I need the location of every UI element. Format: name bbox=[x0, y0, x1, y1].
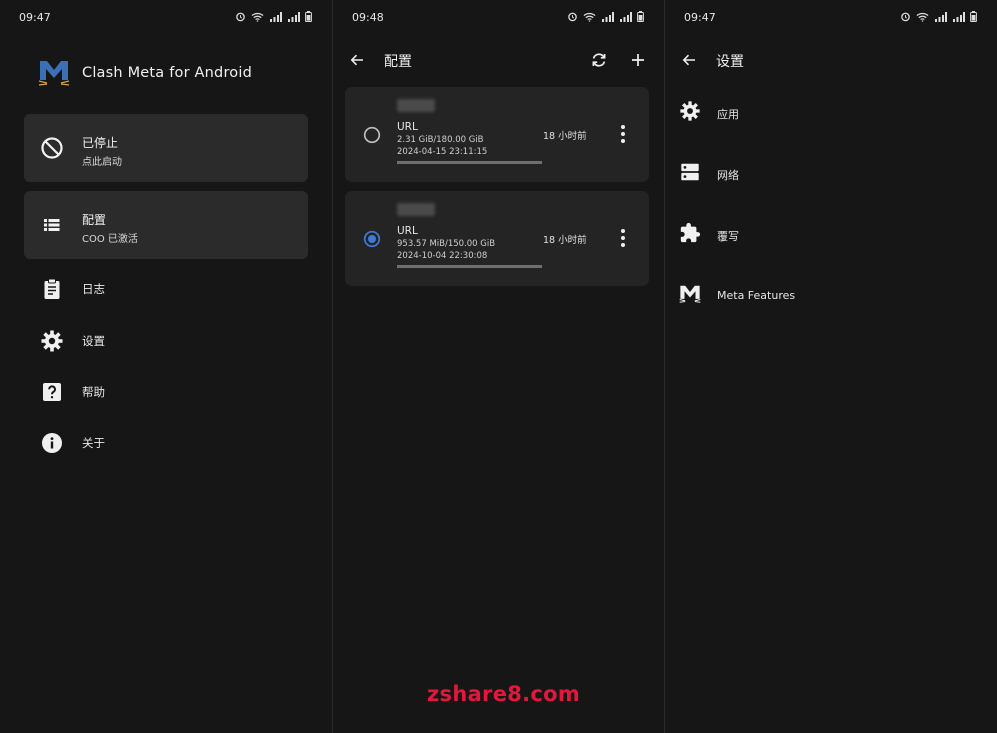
profile-expiry: 2024-04-15 23:11:15 bbox=[397, 147, 488, 157]
gear-icon bbox=[680, 101, 700, 121]
settings-item-network[interactable]: 网络 bbox=[679, 161, 739, 187]
more-vert-icon[interactable] bbox=[617, 228, 629, 248]
status-bar: 09:47 bbox=[0, 0, 332, 34]
menu-item-label: 关于 bbox=[82, 436, 105, 450]
back-arrow-icon[interactable] bbox=[349, 52, 365, 68]
menu-item-label: 设置 bbox=[82, 334, 105, 348]
signal-icon-2 bbox=[953, 11, 965, 22]
menu-item-about[interactable]: 关于 bbox=[40, 431, 105, 455]
signal-icon bbox=[270, 11, 282, 22]
settings-item-label: Meta Features bbox=[717, 289, 796, 302]
info-icon bbox=[42, 433, 62, 453]
profile-type: URL bbox=[397, 121, 418, 133]
radio-unselected-icon[interactable] bbox=[363, 126, 381, 144]
status-time: 09:47 bbox=[684, 11, 716, 24]
alarm-icon bbox=[568, 12, 577, 22]
clipboard-icon bbox=[44, 278, 60, 299]
profile-card-subtitle: COO 已激活 bbox=[82, 234, 138, 245]
gear-icon bbox=[41, 330, 63, 352]
profile-expiry: 2024-10-04 22:30:08 bbox=[397, 251, 488, 261]
signal-icon-2 bbox=[620, 11, 632, 22]
menu-item-settings[interactable]: 设置 bbox=[40, 329, 105, 353]
refresh-icon[interactable] bbox=[590, 51, 608, 69]
meta-logo-icon bbox=[679, 285, 701, 303]
app-header: Clash Meta for Android bbox=[38, 58, 252, 88]
radio-selected-icon[interactable] bbox=[363, 230, 381, 248]
battery-icon bbox=[970, 11, 977, 22]
settings-item-label: 覆写 bbox=[717, 230, 739, 243]
wifi-icon bbox=[251, 12, 264, 22]
profile-card-title: 配置 bbox=[82, 213, 107, 227]
app-bar: 配置 bbox=[333, 44, 664, 76]
status-bar: 09:48 bbox=[333, 0, 664, 34]
dns-icon bbox=[681, 163, 699, 181]
profile-updated: 18 小时前 bbox=[543, 235, 587, 246]
home-screen: 09:47 Clash Meta for Android 已停止 点此启动 配置… bbox=[0, 0, 332, 733]
usage-progress-fill bbox=[397, 161, 542, 164]
status-card-title: 已停止 bbox=[82, 136, 119, 150]
wifi-icon bbox=[583, 12, 596, 22]
status-card-subtitle: 点此启动 bbox=[82, 157, 122, 168]
page-title: 设置 bbox=[716, 54, 744, 70]
profile-updated: 18 小时前 bbox=[543, 131, 587, 142]
menu-item-logs[interactable]: 日志 bbox=[40, 277, 105, 301]
signal-icon bbox=[602, 11, 614, 22]
menu-item-label: 日志 bbox=[82, 282, 105, 296]
app-bar: 设置 bbox=[665, 44, 997, 76]
status-icons bbox=[235, 11, 312, 22]
status-time: 09:47 bbox=[19, 11, 51, 24]
settings-item-meta-features[interactable]: Meta Features bbox=[679, 283, 795, 309]
status-card[interactable]: 已停止 点此启动 bbox=[24, 114, 308, 182]
page-title: 配置 bbox=[384, 54, 412, 70]
signal-icon bbox=[935, 11, 947, 22]
battery-icon bbox=[637, 11, 644, 22]
watermark: zshare8.com bbox=[427, 682, 581, 706]
status-time: 09:48 bbox=[352, 11, 384, 24]
back-arrow-icon[interactable] bbox=[681, 52, 697, 68]
block-icon bbox=[41, 137, 63, 159]
help-icon bbox=[43, 383, 61, 401]
usage-progress-bar bbox=[397, 265, 542, 268]
list-icon bbox=[44, 219, 60, 231]
profile-type: URL bbox=[397, 225, 418, 237]
settings-item-label: 应用 bbox=[717, 108, 739, 121]
alarm-icon bbox=[236, 12, 245, 22]
profile-usage: 953.57 MiB/150.00 GiB bbox=[397, 239, 496, 249]
profile-name-blurred bbox=[397, 203, 435, 216]
settings-item-label: 网络 bbox=[717, 169, 739, 182]
profile-card[interactable]: 配置 COO 已激活 bbox=[24, 191, 308, 259]
menu-item-help[interactable]: 帮助 bbox=[40, 380, 105, 404]
add-icon[interactable] bbox=[630, 52, 646, 68]
profile-usage: 2.31 GiB/180.00 GiB bbox=[397, 135, 484, 145]
usage-progress-bar bbox=[397, 161, 542, 164]
profile-item[interactable]: URL 953.57 MiB/150.00 GiB 2024-10-04 22:… bbox=[345, 191, 649, 286]
battery-icon bbox=[305, 11, 312, 22]
settings-screen: 09:47 设置 应用 网络 覆写 Meta Features bbox=[665, 0, 997, 733]
alarm-icon bbox=[901, 12, 910, 22]
extension-icon bbox=[680, 222, 701, 243]
menu-item-label: 帮助 bbox=[82, 385, 105, 399]
app-title: Clash Meta for Android bbox=[82, 65, 253, 81]
status-bar: 09:47 bbox=[665, 0, 997, 34]
profile-item[interactable]: URL 2.31 GiB/180.00 GiB 2024-04-15 23:11… bbox=[345, 87, 649, 182]
more-vert-icon[interactable] bbox=[617, 124, 629, 144]
status-icons bbox=[567, 11, 644, 22]
settings-item-app[interactable]: 应用 bbox=[679, 100, 739, 126]
profiles-screen: 09:48 配置 URL 2.31 GiB/180.00 GiB 2024-04… bbox=[333, 0, 664, 733]
settings-item-override[interactable]: 覆写 bbox=[679, 222, 739, 248]
clash-meta-logo-icon bbox=[38, 61, 70, 86]
signal-icon-2 bbox=[288, 11, 300, 22]
wifi-icon bbox=[916, 12, 929, 22]
usage-progress-fill bbox=[397, 265, 542, 268]
status-icons bbox=[900, 11, 977, 22]
profile-name-blurred bbox=[397, 99, 435, 112]
